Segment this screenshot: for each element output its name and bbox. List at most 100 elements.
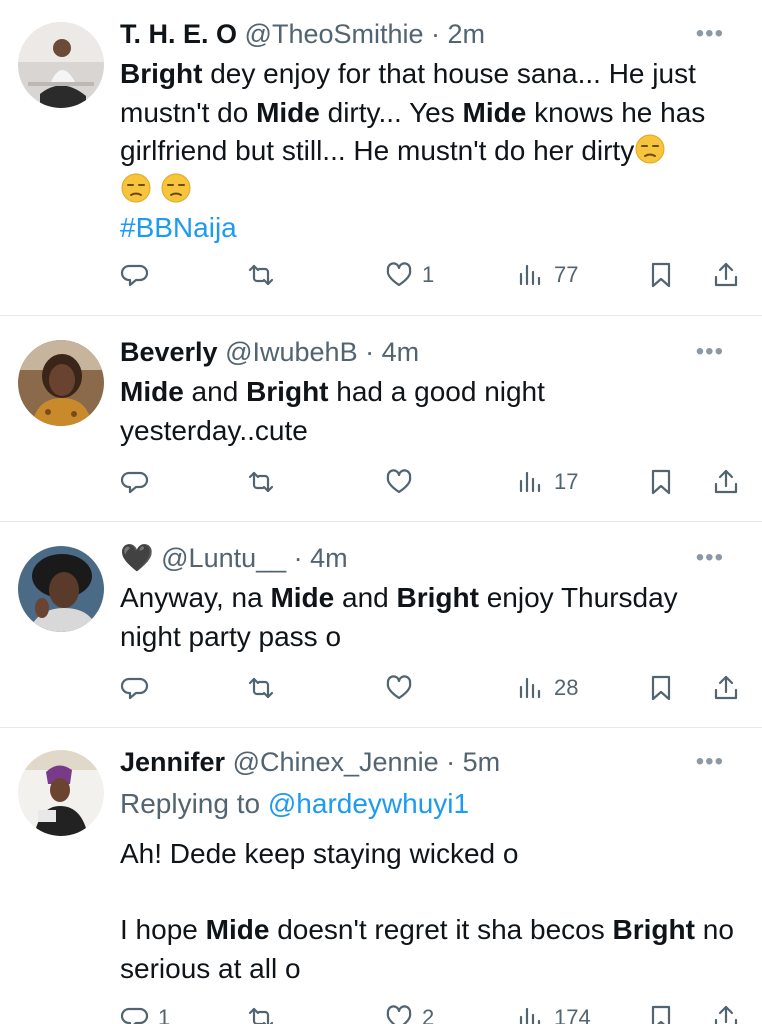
timestamp[interactable]: 4m [382, 337, 420, 367]
text-bold: Bright [120, 58, 203, 89]
separator: · [286, 543, 311, 573]
text-bold: Bright [612, 914, 695, 945]
share-icon [714, 262, 738, 287]
like-button[interactable] [384, 462, 422, 502]
like-count: 1 [422, 262, 435, 287]
bookmark-button[interactable] [646, 255, 676, 295]
retweet-button[interactable] [246, 462, 284, 502]
action-bar: 1 2 174 [0, 998, 762, 1024]
like-button[interactable]: 2 [384, 998, 434, 1024]
views-icon [519, 677, 541, 699]
timestamp[interactable]: 4m [310, 543, 348, 573]
like-button[interactable] [384, 668, 422, 708]
bookmark-button[interactable] [646, 668, 676, 708]
reply-button[interactable] [120, 255, 158, 295]
tweet[interactable]: Jennifer @Chinex_Jennie · 5m ••• Replyin… [0, 728, 762, 1024]
reply-icon [120, 471, 149, 494]
tweet[interactable]: 🖤 @Luntu__ · 4m ••• Anyway, na Mide and … [0, 522, 762, 728]
handle[interactable]: @Luntu__ [161, 543, 286, 573]
more-options-icon[interactable]: ••• [696, 540, 724, 576]
text-plain: I hope [120, 914, 206, 945]
avatar[interactable] [18, 22, 104, 108]
display-name[interactable]: T. H. E. O [120, 19, 237, 49]
tweet-header: 🖤 @Luntu__ · 4m ••• [120, 540, 742, 576]
retweet-button[interactable] [246, 998, 284, 1024]
tweet-header: Beverly @IwubehB · 4m ••• [120, 334, 742, 370]
replying-to: Replying to @hardeywhuyi1 [120, 785, 744, 824]
views-button[interactable]: 28 [516, 668, 578, 708]
avatar[interactable] [18, 340, 104, 426]
separator: · [423, 19, 448, 49]
more-options-icon[interactable]: ••• [696, 334, 724, 370]
handle[interactable]: @TheoSmithie [245, 19, 424, 49]
reply-icon [120, 677, 149, 700]
view-count: 77 [554, 262, 579, 287]
retweet-icon [248, 677, 274, 699]
handle[interactable]: @IwubehB [225, 337, 357, 367]
reply-button[interactable] [120, 668, 158, 708]
share-button[interactable] [711, 668, 741, 708]
views-button[interactable]: 174 [516, 998, 591, 1024]
handle[interactable]: @Chinex_Jennie [233, 747, 439, 777]
timestamp[interactable]: 2m [448, 19, 486, 49]
unamused-face-emoji [635, 134, 665, 164]
unamused-face-emoji [161, 173, 191, 202]
separator: · [357, 337, 382, 367]
share-button[interactable] [711, 255, 741, 295]
views-button[interactable]: 77 [516, 255, 578, 295]
more-options-icon[interactable]: ••• [696, 744, 724, 780]
like-icon [386, 1005, 412, 1024]
more-options-icon[interactable]: ••• [696, 16, 724, 52]
reply-count: 1 [158, 1005, 171, 1024]
share-icon [714, 675, 738, 700]
share-button[interactable] [711, 998, 741, 1024]
tweet[interactable]: Beverly @IwubehB · 4m ••• Mide and Brigh… [0, 316, 762, 522]
views-button[interactable]: 17 [516, 462, 578, 502]
tweet[interactable]: T. H. E. O @TheoSmithie · 2m ••• Bright … [0, 0, 762, 316]
bookmark-button[interactable] [646, 462, 676, 502]
share-icon [714, 1005, 738, 1024]
action-bar: 28 [0, 668, 762, 708]
display-name[interactable]: Beverly [120, 337, 218, 367]
tweet-text: Mide and Bright had a good night yesterd… [120, 373, 582, 450]
unamused-face-emoji [121, 173, 151, 202]
tweet-header: Jennifer @Chinex_Jennie · 5m ••• [120, 744, 742, 780]
text-bold: Mide [256, 96, 320, 128]
share-button[interactable] [711, 462, 741, 502]
display-name-heart-emoji[interactable]: 🖤 [120, 543, 154, 573]
like-icon [386, 675, 412, 700]
view-count: 28 [554, 675, 579, 700]
text-bold: Mide [462, 96, 527, 128]
replying-label: Replying to [120, 788, 268, 819]
separator: · [438, 747, 463, 777]
share-icon [714, 469, 738, 494]
avatar[interactable] [18, 546, 104, 632]
reply-icon [120, 1007, 149, 1024]
bookmark-button[interactable] [646, 998, 676, 1024]
like-icon [386, 469, 412, 494]
mention-link[interactable]: @hardeywhuyi1 [268, 788, 469, 819]
bookmark-icon [651, 469, 671, 495]
like-button[interactable]: 1 [384, 255, 434, 295]
views-icon [519, 1007, 541, 1024]
text-plain: Anyway, na [120, 582, 271, 613]
text-bold: Mide [270, 582, 335, 613]
text-plain: and [334, 582, 397, 613]
reply-button[interactable]: 1 [120, 998, 170, 1024]
timestamp[interactable]: 5m [463, 747, 501, 777]
display-name[interactable]: Jennifer [120, 747, 225, 777]
retweet-button[interactable] [246, 668, 284, 708]
avatar[interactable] [18, 750, 104, 836]
tweet-text-line-1: Ah! Dede keep staying wicked o [120, 835, 744, 874]
retweet-button[interactable] [246, 255, 284, 295]
tweet-text: I hope Mide doesn't regret it sha becos … [120, 911, 744, 988]
text-bold: Bright [396, 582, 479, 613]
text-plain: Ah! Dede keep staying wicked o [120, 838, 519, 869]
text-bold: Mide [120, 376, 184, 407]
reply-button[interactable] [120, 462, 158, 502]
text-plain: doesn't regret it sha becos [269, 914, 613, 945]
hashtag-link[interactable]: #BBNaija [120, 212, 237, 243]
like-count: 2 [422, 1005, 435, 1024]
bookmark-icon [651, 675, 671, 701]
retweet-icon [248, 471, 274, 493]
